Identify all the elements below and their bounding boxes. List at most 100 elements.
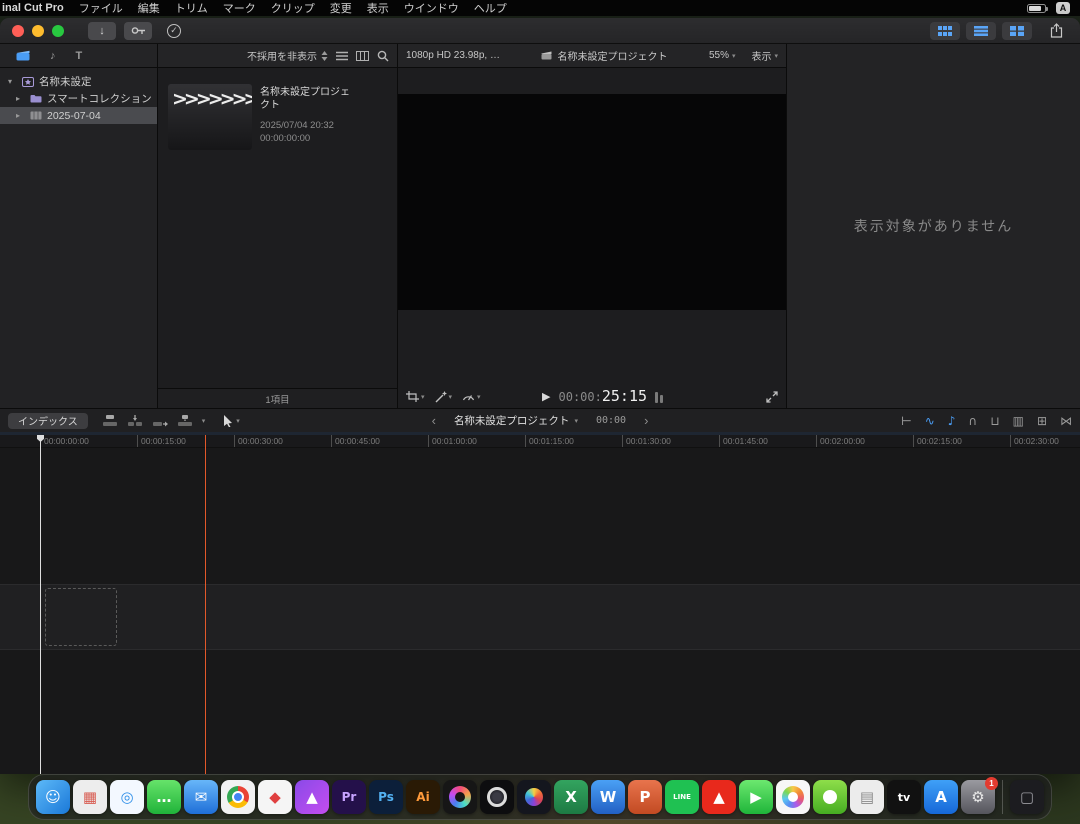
effects-browser-icon[interactable]: ⊞	[1037, 415, 1047, 427]
playhead[interactable]	[40, 435, 41, 774]
menu-window[interactable]: ウインドウ	[404, 0, 459, 16]
dock-app-purple[interactable]: ▲	[295, 780, 329, 814]
dock-app-app-store[interactable]: A	[924, 780, 958, 814]
enhance-popup-button[interactable]: ▾	[435, 391, 453, 403]
dock-app-mail[interactable]: ✉	[184, 780, 218, 814]
viewer-project-name[interactable]: 名称未設定プロジェクト	[557, 48, 667, 63]
audio-skimming-icon[interactable]: ♪	[948, 415, 956, 427]
input-source-icon[interactable]: A	[1056, 2, 1070, 14]
project-thumbnail[interactable]: >>>>>>>	[168, 84, 252, 150]
dock-app-facetime[interactable]: ▶	[739, 780, 773, 814]
list-view-button[interactable]	[336, 51, 348, 61]
dock-app-premiere-pro[interactable]: Pr	[332, 780, 366, 814]
transitions-browser-icon[interactable]: ⋈	[1060, 415, 1072, 427]
menu-view[interactable]: 表示	[367, 0, 389, 16]
next-project-button[interactable]: ›	[644, 413, 648, 428]
inspector-toggle-button[interactable]	[1002, 22, 1032, 40]
timeline-timecode[interactable]: 00:00	[596, 415, 626, 426]
dock-app-launchpad[interactable]: ▦	[73, 780, 107, 814]
skimming-icon[interactable]: ∿	[925, 415, 935, 427]
browser-toggle-button[interactable]	[930, 22, 960, 40]
close-button[interactable]	[12, 25, 24, 37]
zoom-popup-button[interactable]: 55% ▾	[709, 50, 736, 61]
disclosure-triangle-icon[interactable]: ▸	[16, 94, 25, 103]
menu-edit[interactable]: 編集	[138, 0, 160, 16]
filmstrip-view-button[interactable]	[356, 51, 369, 61]
video-preview[interactable]	[398, 94, 786, 310]
retime-popup-button[interactable]: ▾	[462, 392, 481, 401]
dock-app-excel[interactable]: X	[554, 780, 588, 814]
keyword-editor-button[interactable]	[124, 22, 152, 40]
search-button[interactable]	[377, 50, 389, 62]
libraries-tab-button[interactable]	[16, 50, 30, 61]
dock-app-messages[interactable]: …	[147, 780, 181, 814]
menu-mark[interactable]: マーク	[223, 0, 256, 16]
dock-app-red-diamond[interactable]: ◆	[258, 780, 292, 814]
dock-app-lens[interactable]	[480, 780, 514, 814]
project-metadata: 名称未設定プロジェクト 2025/07/04 20:32 00:00:00:00	[260, 84, 356, 146]
fullscreen-button[interactable]	[766, 391, 778, 403]
dock-app-word[interactable]: W	[591, 780, 625, 814]
audio-meters-button[interactable]	[655, 391, 663, 403]
format-info[interactable]: 1080p HD 23.98p, …	[406, 50, 500, 61]
library-item-untitled[interactable]: ▾ 名称未設定	[0, 73, 157, 90]
timeline-ruler[interactable]: 00:00:00:00 00:00:15:00 00:00:30:00 00:0…	[0, 435, 1080, 448]
dock-app-dark[interactable]: ▢	[1010, 780, 1044, 814]
dock-app-illustrator[interactable]: Ai	[406, 780, 440, 814]
zoom-button[interactable]	[52, 25, 64, 37]
overwrite-edit-button[interactable]	[177, 415, 193, 427]
background-tasks-button[interactable]: ✓	[160, 22, 188, 40]
viewer-timecode[interactable]: 00:00:25:15	[559, 387, 648, 406]
menu-help[interactable]: ヘルプ	[474, 0, 507, 16]
edit-options-chevron-icon[interactable]: ▾	[202, 417, 206, 425]
share-button[interactable]	[1044, 21, 1068, 41]
dock-app-photos[interactable]	[776, 780, 810, 814]
chevron-down-icon: ▾	[477, 393, 481, 401]
menu-modify[interactable]: 変更	[330, 0, 352, 16]
menu-trim[interactable]: トリム	[175, 0, 208, 16]
play-button[interactable]: ▶	[542, 390, 550, 403]
event-item-2025-07-04[interactable]: ▸ 2025-07-04	[0, 107, 157, 124]
timeline-area[interactable]	[0, 448, 1080, 774]
dock-app-powerpoint[interactable]: P	[628, 780, 662, 814]
dock-app-system-settings[interactable]: ⚙ 1	[961, 780, 995, 814]
minimize-button[interactable]	[32, 25, 44, 37]
dock-app-finder[interactable]: ☺	[36, 780, 70, 814]
dock-app-green[interactable]	[813, 780, 847, 814]
connect-edit-button[interactable]	[102, 415, 118, 427]
dock-app-photoshop[interactable]: Ps	[369, 780, 403, 814]
timeline-project-popup[interactable]: 名称未設定プロジェクト ▾	[454, 413, 578, 428]
dock-app-light[interactable]: ▤	[850, 780, 884, 814]
import-media-button[interactable]: ↓	[88, 22, 116, 40]
dock-app-line[interactable]: LINE	[665, 780, 699, 814]
menu-app-name[interactable]: inal Cut Pro	[2, 2, 64, 14]
dock-app-colorful[interactable]	[517, 780, 551, 814]
crop-popup-button[interactable]: ▾	[406, 391, 425, 402]
menu-clip[interactable]: クリップ	[271, 0, 315, 16]
previous-project-button[interactable]: ‹	[432, 413, 436, 428]
solo-icon[interactable]: ∩	[968, 415, 977, 427]
index-button[interactable]: インデックス	[8, 413, 88, 429]
disclosure-triangle-icon[interactable]: ▸	[16, 111, 25, 120]
view-popup-button[interactable]: 表示 ▾	[751, 48, 778, 63]
insert-edit-button[interactable]	[127, 415, 143, 427]
dock-app-final-cut-pro[interactable]	[443, 780, 477, 814]
menu-file[interactable]: ファイル	[79, 0, 123, 16]
dock-app-safari[interactable]: ◎	[110, 780, 144, 814]
filter-popup-button[interactable]: 不採用を非表示	[247, 48, 328, 63]
append-edit-button[interactable]	[152, 415, 168, 427]
marker-icon[interactable]: ⊢	[901, 415, 911, 427]
clapper-icon	[541, 51, 552, 60]
photos-audio-tab-button[interactable]: ♪	[50, 50, 56, 62]
audio-meters-icon[interactable]: ▥	[1013, 415, 1024, 427]
timeline-toggle-button[interactable]	[966, 22, 996, 40]
dock-app-chrome[interactable]	[221, 780, 255, 814]
tool-popup-button[interactable]: ▾	[223, 415, 240, 427]
dock-app-apple-tv[interactable]: tv	[887, 780, 921, 814]
smart-collection-item[interactable]: ▸ スマートコレクション	[0, 90, 157, 107]
titles-generators-tab-button[interactable]: T	[76, 50, 83, 62]
acrobat-icon: ▲	[713, 788, 725, 806]
dock-app-acrobat[interactable]: ▲	[702, 780, 736, 814]
snapping-icon[interactable]: ⊔	[990, 415, 999, 427]
disclosure-triangle-icon[interactable]: ▾	[8, 77, 17, 86]
